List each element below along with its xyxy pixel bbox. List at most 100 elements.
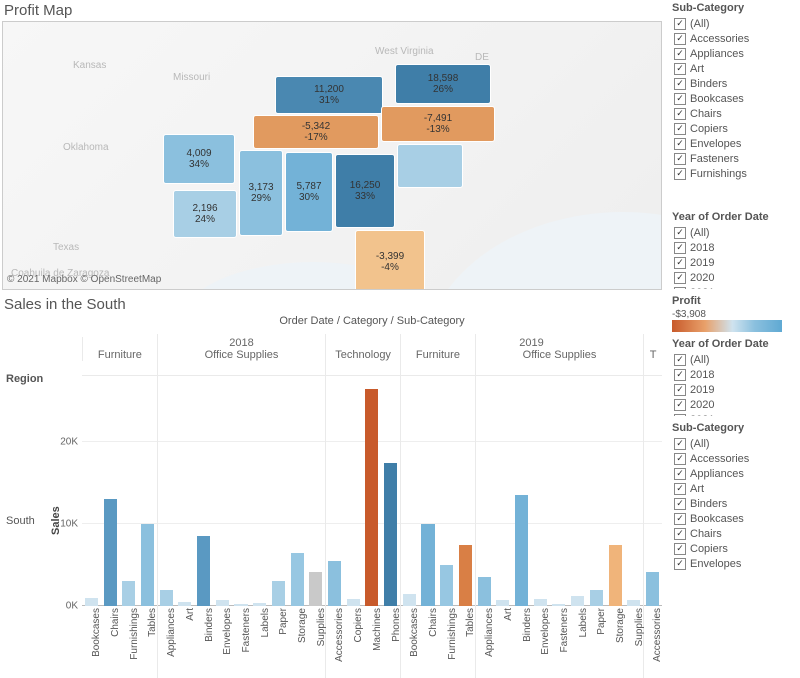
bar-tables[interactable] — [459, 545, 472, 606]
bar-chairs[interactable] — [104, 499, 117, 606]
filter-subcat-item[interactable]: ✓Appliances — [672, 46, 800, 61]
x-tick-label: Fasteners — [550, 606, 569, 678]
profit-gradient[interactable] — [672, 320, 782, 332]
filter-subcat-item[interactable]: ✓Art — [672, 61, 800, 76]
checkbox-icon[interactable]: ✓ — [674, 513, 686, 525]
bar-envelopes[interactable] — [534, 599, 547, 606]
filter-year-item[interactable]: ✓2021 — [672, 285, 800, 289]
checkbox-icon[interactable]: ✓ — [674, 369, 686, 381]
checkbox-icon[interactable]: ✓ — [674, 453, 686, 465]
filter-subcat2-item[interactable]: ✓Envelopes — [672, 556, 800, 570]
checkbox-icon[interactable]: ✓ — [674, 438, 686, 450]
filter-year2-item[interactable]: ✓2020 — [672, 397, 800, 412]
bar-chairs[interactable] — [421, 524, 434, 606]
bar-accessories[interactable] — [328, 561, 341, 606]
filter-subcat2-item[interactable]: ✓Bookcases — [672, 511, 800, 526]
checkbox-icon[interactable]: ✓ — [674, 78, 686, 90]
checkbox-icon[interactable]: ✓ — [674, 93, 686, 105]
checkbox-icon[interactable]: ✓ — [674, 468, 686, 480]
filter-year-item[interactable]: ✓2019 — [672, 255, 800, 270]
checkbox-icon[interactable]: ✓ — [674, 138, 686, 150]
filter-subcat-item[interactable]: ✓Copiers — [672, 121, 800, 136]
state-al[interactable]: 5,787 30% — [285, 152, 333, 232]
filter-subcat2-item[interactable]: ✓Appliances — [672, 466, 800, 481]
checkbox-icon[interactable]: ✓ — [674, 287, 686, 290]
bar-storage[interactable] — [291, 553, 304, 606]
state-tn[interactable]: -5,342 -17% — [253, 115, 379, 149]
filter-year2-item[interactable]: ✓2021 — [672, 412, 800, 416]
sales-bar-chart[interactable]: Order Date / Category / Sub-Category Reg… — [2, 315, 662, 678]
bar-paper[interactable] — [272, 581, 285, 606]
checkbox-icon[interactable]: ✓ — [674, 18, 686, 30]
checkbox-icon[interactable]: ✓ — [674, 33, 686, 45]
filter-subcat-item[interactable]: ✓Accessories — [672, 31, 800, 46]
filter-year2-item[interactable]: ✓(All) — [672, 352, 800, 367]
state-sc[interactable] — [397, 144, 463, 188]
checkbox-icon[interactable]: ✓ — [674, 498, 686, 510]
bar-furnishings[interactable] — [440, 565, 453, 606]
state-va[interactable]: 18,598 26% — [395, 64, 491, 104]
bar-labels[interactable] — [571, 596, 584, 606]
checkbox-icon[interactable]: ✓ — [674, 558, 686, 570]
checkbox-icon[interactable]: ✓ — [674, 528, 686, 540]
bar-appliances[interactable] — [160, 590, 173, 606]
checkbox-icon[interactable]: ✓ — [674, 384, 686, 396]
bar-bookcases[interactable] — [403, 594, 416, 606]
filter-subcat-item[interactable]: ✓(All) — [672, 16, 800, 31]
checkbox-icon[interactable]: ✓ — [674, 123, 686, 135]
filter-subcat-item[interactable]: ✓Furnishings — [672, 166, 800, 181]
bar-tables[interactable] — [141, 524, 154, 606]
state-ky[interactable]: 11,200 31% — [275, 76, 383, 114]
checkbox-icon[interactable]: ✓ — [674, 168, 686, 180]
bar-phones[interactable] — [384, 463, 397, 606]
filter-subcat-item[interactable]: ✓Envelopes — [672, 136, 800, 151]
state-ms[interactable]: 3,173 29% — [239, 150, 283, 236]
filter-subcat2-item[interactable]: ✓Art — [672, 481, 800, 496]
filter-subcat2-item[interactable]: ✓Chairs — [672, 526, 800, 541]
checkbox-icon[interactable]: ✓ — [674, 272, 686, 284]
bar-appliances[interactable] — [478, 577, 491, 606]
filter-subcat-item[interactable]: ✓Binders — [672, 76, 800, 91]
bar-slot — [232, 376, 251, 606]
checkbox-icon[interactable]: ✓ — [674, 257, 686, 269]
filter-year-item[interactable]: ✓2020 — [672, 270, 800, 285]
bar-binders[interactable] — [515, 495, 528, 606]
state-nc[interactable]: -7,491 -13% — [381, 106, 495, 142]
checkbox-icon[interactable]: ✓ — [674, 153, 686, 165]
filter-year-item[interactable]: ✓(All) — [672, 225, 800, 240]
checkbox-icon[interactable]: ✓ — [674, 399, 686, 411]
profit-map[interactable]: KansasMissouriOklahomaTexasWest Virginia… — [2, 21, 662, 290]
filter-year-item[interactable]: ✓2018 — [672, 240, 800, 255]
checkbox-icon[interactable]: ✓ — [674, 354, 686, 366]
checkbox-icon[interactable]: ✓ — [674, 242, 686, 254]
filter-subcat2-item[interactable]: ✓(All) — [672, 436, 800, 451]
checkbox-icon[interactable]: ✓ — [674, 227, 686, 239]
checkbox-icon[interactable]: ✓ — [674, 483, 686, 495]
filter-subcat-item[interactable]: ✓Chairs — [672, 106, 800, 121]
bar-binders[interactable] — [197, 536, 210, 606]
filter-year2-item[interactable]: ✓2019 — [672, 382, 800, 397]
state-ga[interactable]: 16,250 33% — [335, 154, 395, 228]
filter-year2-item[interactable]: ✓2018 — [672, 367, 800, 382]
bar-machines[interactable] — [365, 389, 378, 606]
filter-subcat2-item[interactable]: ✓Copiers — [672, 541, 800, 556]
filter-subcat2-item[interactable]: ✓Binders — [672, 496, 800, 511]
state-la[interactable]: 2,196 24% — [173, 190, 237, 238]
state-fl[interactable]: -3,399 -4% — [355, 230, 425, 290]
checkbox-icon[interactable]: ✓ — [674, 48, 686, 60]
bar-storage[interactable] — [609, 545, 622, 606]
bar-supplies[interactable] — [309, 572, 322, 606]
bar-accessories[interactable] — [646, 572, 659, 606]
bar-furnishings[interactable] — [122, 581, 135, 606]
bar-slot — [606, 376, 625, 606]
filter-subcat2-item[interactable]: ✓Accessories — [672, 451, 800, 466]
state-ar[interactable]: 4,009 34% — [163, 134, 235, 184]
checkbox-icon[interactable]: ✓ — [674, 543, 686, 555]
checkbox-icon[interactable]: ✓ — [674, 414, 686, 417]
bar-bookcases[interactable] — [85, 598, 98, 606]
checkbox-icon[interactable]: ✓ — [674, 63, 686, 75]
filter-subcat-item[interactable]: ✓Fasteners — [672, 151, 800, 166]
bar-paper[interactable] — [590, 590, 603, 606]
checkbox-icon[interactable]: ✓ — [674, 108, 686, 120]
filter-subcat-item[interactable]: ✓Bookcases — [672, 91, 800, 106]
